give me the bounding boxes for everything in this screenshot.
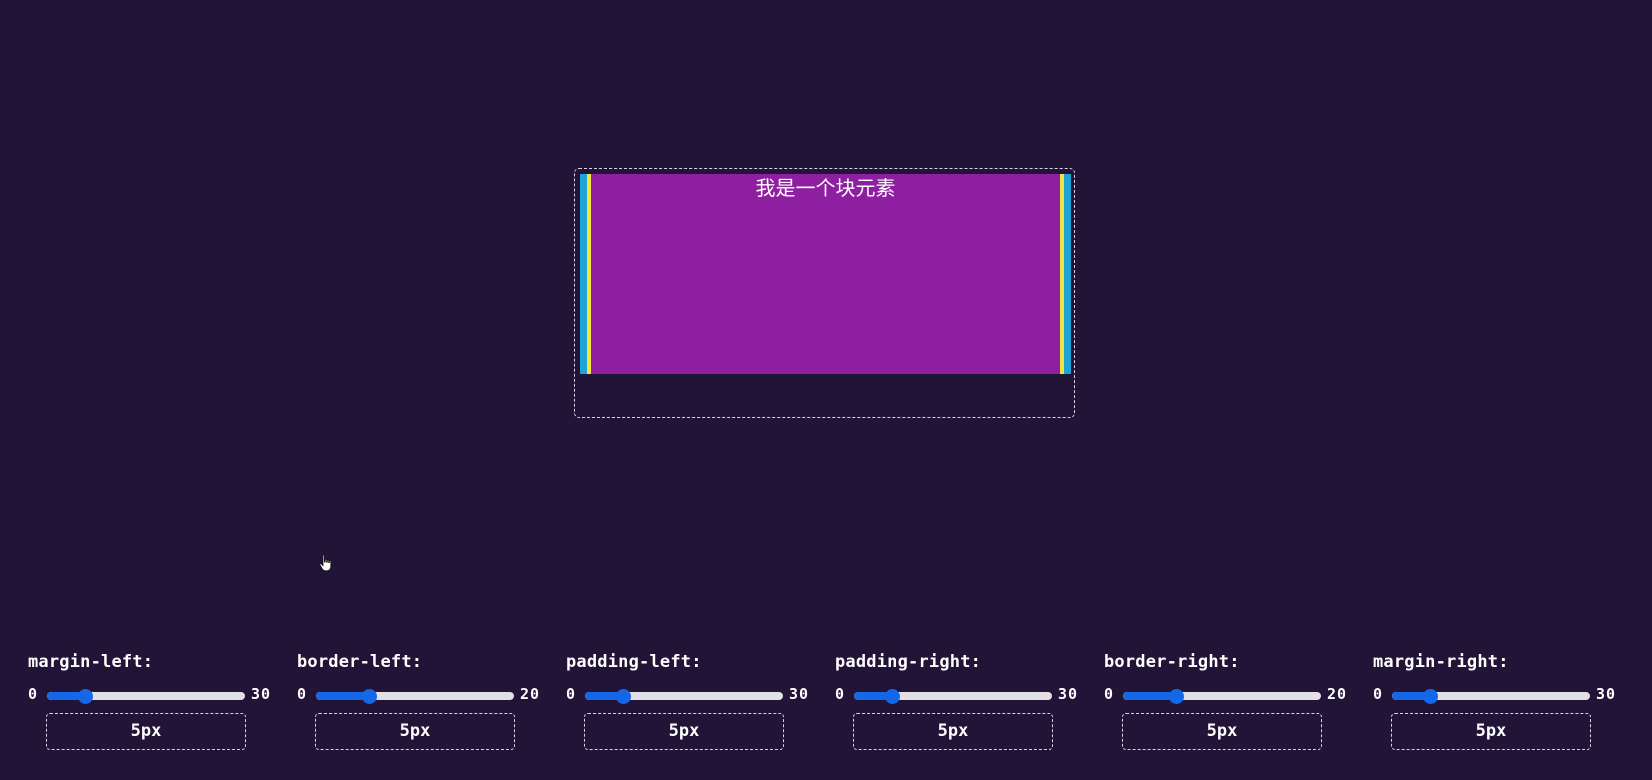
value-display: 5px [46, 713, 246, 750]
control-label: margin-left: [28, 652, 154, 672]
margin-right-slider[interactable] [1392, 692, 1590, 700]
slider-thumb[interactable] [361, 689, 377, 704]
control-label: margin-right: [1373, 652, 1509, 672]
padding-right-slider[interactable] [854, 692, 1052, 700]
control-label: border-right: [1104, 652, 1240, 672]
block-element: 我是一个块元素 [580, 174, 1071, 374]
range-min-label: 0 [28, 685, 38, 703]
block-content: 我是一个块元素 [591, 174, 1060, 374]
value-display: 5px [1122, 713, 1322, 750]
range-max-label: 30 [1596, 685, 1617, 703]
value-display: 5px [853, 713, 1053, 750]
left-border-strip [580, 174, 591, 374]
range-min-label: 0 [835, 685, 845, 703]
range-min-label: 0 [566, 685, 576, 703]
control-label: padding-right: [835, 652, 982, 672]
slider-thumb[interactable] [1422, 689, 1438, 704]
control-label: border-left: [297, 652, 423, 672]
slider-thumb[interactable] [884, 689, 900, 704]
padding-left-slider[interactable] [585, 692, 783, 700]
border-left-slider[interactable] [316, 692, 514, 700]
range-max-label: 20 [520, 685, 541, 703]
border-right-slider[interactable] [1123, 692, 1321, 700]
demo-container: 我是一个块元素 [574, 168, 1075, 418]
range-max-label: 30 [251, 685, 272, 703]
value-display: 5px [584, 713, 784, 750]
slider-thumb[interactable] [1168, 689, 1184, 704]
control-label: padding-left: [566, 652, 702, 672]
margin-left-slider[interactable] [47, 692, 245, 700]
range-min-label: 0 [1373, 685, 1383, 703]
right-border-strip [1060, 174, 1071, 374]
range-min-label: 0 [1104, 685, 1114, 703]
value-display: 5px [1391, 713, 1591, 750]
slider-thumb[interactable] [77, 689, 93, 704]
range-min-label: 0 [297, 685, 307, 703]
value-display: 5px [315, 713, 515, 750]
range-max-label: 20 [1327, 685, 1348, 703]
range-max-label: 30 [789, 685, 810, 703]
hand-cursor-icon [319, 554, 332, 572]
controls-panel: margin-left: 0 30 5px border-left: 0 20 … [0, 650, 1652, 760]
slider-thumb[interactable] [615, 689, 631, 704]
block-text: 我是一个块元素 [755, 176, 896, 200]
range-max-label: 30 [1058, 685, 1079, 703]
